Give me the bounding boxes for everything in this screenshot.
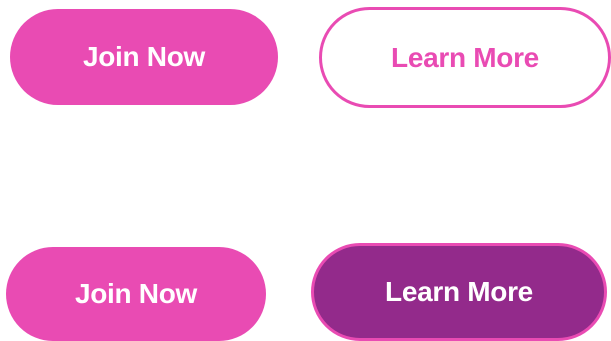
learn-more-label: Learn More [391,41,539,73]
learn-more-button-filled[interactable]: Learn More [311,243,607,341]
join-now-button[interactable]: Join Now [10,9,278,105]
join-now-button-hover[interactable]: Join Now [6,247,266,341]
join-now-label: Join Now [74,278,198,309]
learn-more-label: Learn More [385,276,533,307]
learn-more-button-outline[interactable]: Learn More [319,7,611,108]
join-now-label: Join Now [82,41,206,72]
